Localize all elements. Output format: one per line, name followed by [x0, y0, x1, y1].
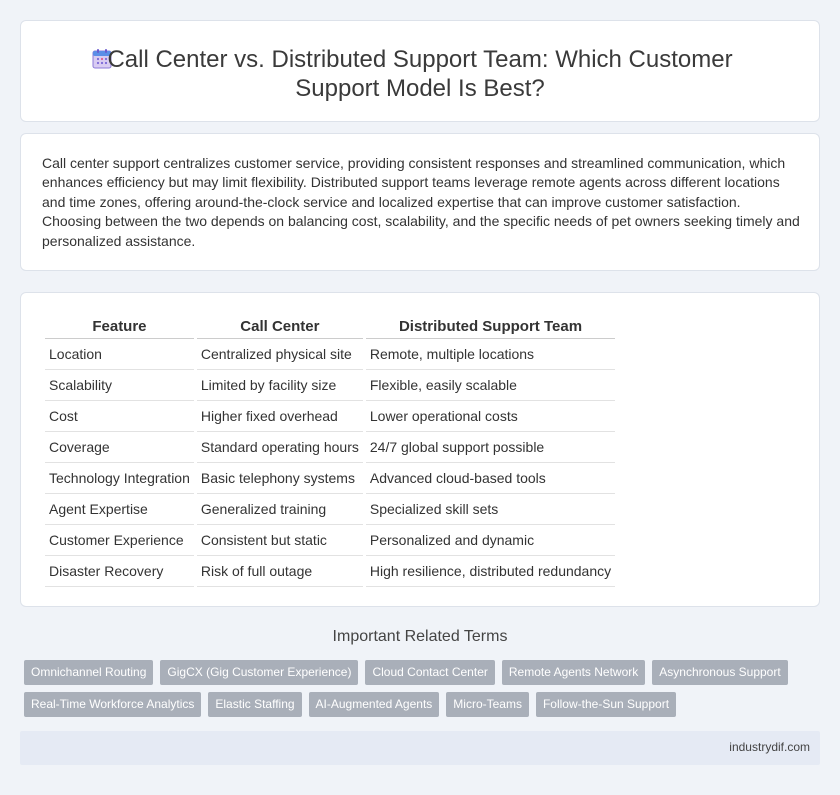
column-header: Distributed Support Team	[365, 315, 616, 339]
table-cell: Risk of full outage	[196, 556, 363, 587]
table-row: Agent Expertise Generalized training Spe…	[45, 494, 616, 525]
column-header: Call Center	[196, 315, 363, 339]
table-cell: High resilience, distributed redundancy	[365, 556, 616, 587]
related-term-tag[interactable]: Elastic Staffing	[208, 692, 302, 717]
table-cell: Advanced cloud-based tools	[365, 463, 616, 494]
intro-card: Call center support centralizes customer…	[20, 133, 820, 271]
table-cell: Lower operational costs	[365, 401, 616, 432]
intro-paragraph: Call center support centralizes customer…	[42, 155, 800, 249]
table-cell: Customer Experience	[45, 525, 194, 556]
table-cell: Technology Integration	[45, 463, 194, 494]
comparison-table: Feature Call Center Distributed Support …	[42, 315, 618, 587]
table-cell: Basic telephony systems	[196, 463, 363, 494]
table-cell: Consistent but static	[196, 525, 363, 556]
table-cell: Cost	[45, 401, 194, 432]
related-term-tag[interactable]: Omnichannel Routing	[24, 660, 154, 685]
related-term-tag[interactable]: Cloud Contact Center	[365, 660, 495, 685]
table-cell: Higher fixed overhead	[196, 401, 363, 432]
table-row: Cost Higher fixed overhead Lower operati…	[45, 401, 616, 432]
related-term-tag[interactable]: Asynchronous Support	[652, 660, 788, 685]
footer-bar: industrydif.com	[20, 731, 820, 765]
related-term-tag[interactable]: Micro-Teams	[446, 692, 529, 717]
table-cell: Centralized physical site	[196, 339, 363, 370]
table-cell: Standard operating hours	[196, 432, 363, 463]
table-cell: Coverage	[45, 432, 194, 463]
table-header-row: Feature Call Center Distributed Support …	[45, 315, 616, 339]
table-cell: Generalized training	[196, 494, 363, 525]
table-cell: Specialized skill sets	[365, 494, 616, 525]
related-terms-list: Omnichannel Routing GigCX (Gig Customer …	[20, 660, 820, 717]
table-row: Disaster Recovery Risk of full outage Hi…	[45, 556, 616, 587]
table-cell: 24/7 global support possible	[365, 432, 616, 463]
table-cell: Agent Expertise	[45, 494, 194, 525]
related-term-tag[interactable]: Follow-the-Sun Support	[535, 692, 677, 717]
table-cell: Personalized and dynamic	[365, 525, 616, 556]
table-cell: Limited by facility size	[196, 370, 363, 401]
table-cell: Flexible, easily scalable	[365, 370, 616, 401]
related-term-tag[interactable]: Real-Time Workforce Analytics	[24, 692, 202, 717]
column-header: Feature	[45, 315, 194, 339]
table-row: Customer Experience Consistent but stati…	[45, 525, 616, 556]
table-row: Coverage Standard operating hours 24/7 g…	[45, 432, 616, 463]
related-term-tag[interactable]: GigCX (Gig Customer Experience)	[160, 660, 359, 685]
table-row: Scalability Limited by facility size Fle…	[45, 370, 616, 401]
table-row: Location Centralized physical site Remot…	[45, 339, 616, 370]
page-title: Call Center vs. Distributed Support Team…	[107, 46, 733, 102]
table-cell: Disaster Recovery	[45, 556, 194, 587]
table-cell: Scalability	[45, 370, 194, 401]
table-cell: Location	[45, 339, 194, 370]
table-cell: Remote, multiple locations	[365, 339, 616, 370]
title-card: Call Center vs. Distributed Support Team…	[20, 20, 820, 122]
related-terms-title: Important Related Terms	[332, 628, 508, 645]
related-term-tag[interactable]: AI-Augmented Agents	[308, 692, 440, 717]
footer-site-link[interactable]: industrydif.com	[729, 740, 810, 754]
comparison-card: Feature Call Center Distributed Support …	[20, 292, 820, 607]
related-term-tag[interactable]: Remote Agents Network	[501, 660, 646, 685]
table-row: Technology Integration Basic telephony s…	[45, 463, 616, 494]
